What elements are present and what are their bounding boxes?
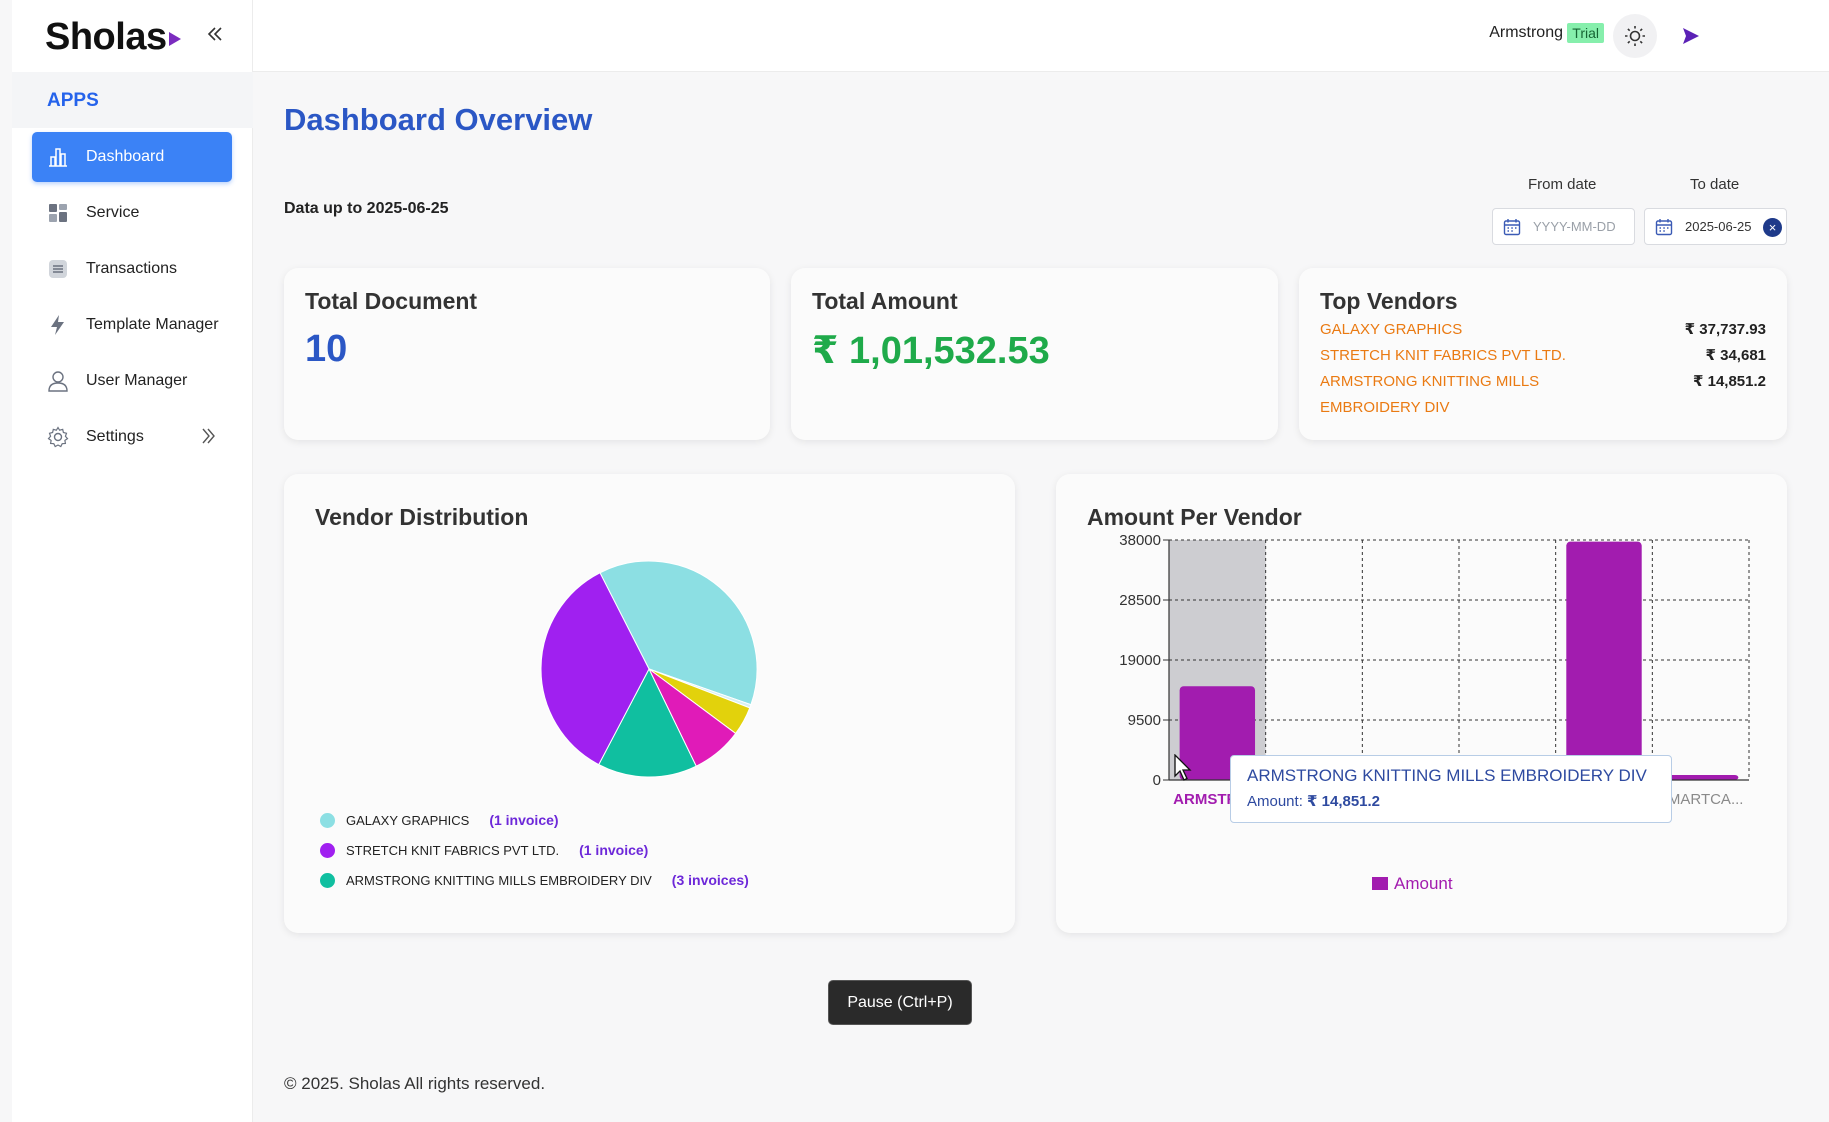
sidebar-item-user-manager[interactable]: User Manager [32, 356, 232, 406]
total-document-card: Total Document 10 [284, 268, 770, 440]
mouse-cursor-icon [1174, 754, 1192, 781]
pie-legend-item[interactable]: GALAXY GRAPHICS (1 invoice) [320, 812, 559, 828]
y-tick-label: 28500 [1119, 592, 1161, 609]
pie-legend-item[interactable]: ARMSTRONG KNITTING MILLS EMBROIDERY DIV … [320, 872, 749, 888]
vendor-amount: ₹ 34,681 [1705, 347, 1766, 364]
sidebar-item-settings[interactable]: Settings [32, 412, 232, 462]
pie-legend-item[interactable]: STRETCH KNIT FABRICS PVT LTD. (1 invoice… [320, 842, 648, 858]
legend-label[interactable]: Amount [1394, 874, 1453, 893]
logo-arrow-icon [168, 31, 181, 46]
vendor-name: GALAXY GRAPHICS [1320, 321, 1463, 338]
sidebar-item-label: User Manager [86, 372, 188, 389]
y-tick-label: 38000 [1119, 532, 1161, 549]
sidebar-item-service[interactable]: Service [32, 188, 232, 238]
sidebar-item-label: Dashboard [86, 148, 165, 165]
tooltip-label: Amount: [1247, 793, 1308, 810]
tooltip-value: ₹ 14,851.2 [1307, 793, 1381, 810]
user-name[interactable]: Armstrong [1489, 24, 1563, 42]
page-title: Dashboard Overview [284, 102, 593, 137]
sidebar-item-label: Service [86, 204, 140, 221]
legend-count: (1 invoice) [489, 812, 559, 828]
legend-name: ARMSTRONG KNITTING MILLS EMBROIDERY DIV [346, 872, 652, 888]
legend-dot [320, 812, 335, 828]
from-date-placeholder: YYYY-MM-DD [1533, 219, 1616, 234]
card-title: Top Vendors [1320, 288, 1458, 314]
sidebar-item-label: Settings [86, 428, 144, 445]
vendor-pie-chart [540, 560, 758, 778]
from-date-label: From date [1528, 176, 1597, 193]
sidebar-item-transactions[interactable]: Transactions [32, 244, 232, 294]
double-chevron-right-icon[interactable] [200, 427, 216, 451]
tooltip-amount: Amount: ₹ 14,851.2 [1247, 792, 1655, 810]
send-button[interactable] [1677, 22, 1705, 50]
legend-name: GALAXY GRAPHICS [346, 812, 470, 828]
footer-copyright: © 2025. Sholas All rights reserved. [284, 1074, 546, 1093]
vendor-distribution-card: Vendor Distribution GALAXY GRAPHICS (1 i… [284, 474, 1015, 933]
logo-text: Sholas [45, 16, 167, 58]
logo-row: Sholas [12, 0, 252, 72]
sidebar-item-template-manager[interactable]: Template Manager [32, 300, 232, 350]
list-icon [46, 257, 70, 281]
vendor-name: ARMSTRONG KNITTING MILLS EMBROIDERY DIV [1320, 373, 1540, 416]
to-date-value: 2025-06-25 [1685, 219, 1752, 234]
bolt-icon [46, 313, 70, 337]
y-tick-label: 0 [1153, 772, 1161, 789]
theme-toggle-button[interactable] [1613, 14, 1657, 58]
vendor-amount: ₹ 37,737.93 [1684, 321, 1766, 338]
bar[interactable] [1566, 541, 1642, 780]
legend-name: STRETCH KNIT FABRICS PVT LTD. [346, 842, 560, 858]
bar-chart-icon [46, 145, 70, 169]
grid-icon [46, 201, 70, 225]
user-icon [46, 369, 70, 393]
sun-icon [1625, 26, 1645, 46]
calendar-icon [1503, 218, 1521, 236]
calendar-icon [1655, 218, 1673, 236]
vendor-name: STRETCH KNIT FABRICS PVT LTD. [1320, 347, 1566, 364]
y-tick-label: 9500 [1128, 712, 1161, 729]
trial-badge: Trial [1567, 23, 1604, 43]
bar[interactable] [1662, 774, 1739, 780]
sidebar-item-dashboard[interactable]: Dashboard [32, 132, 232, 182]
legend-dot [320, 872, 335, 888]
total-amount-card: Total Amount ₹ 1,01,532.53 [791, 268, 1278, 440]
gear-icon [46, 425, 70, 449]
to-date-label: To date [1690, 176, 1740, 193]
to-date-input[interactable]: 2025-06-25 × [1644, 208, 1787, 245]
play-arrow-icon [1683, 28, 1699, 44]
sidebar-item-label: Template Manager [86, 316, 219, 333]
top-vendors-card: Top Vendors GALAXY GRAPHICS ₹ 37,737.93 … [1299, 268, 1787, 440]
top-header: Armstrong Trial [253, 0, 1829, 72]
apps-section-label: APPS [47, 90, 99, 111]
data-upto-label: Data up to 2025-06-25 [284, 200, 449, 217]
collapse-sidebar-button[interactable] [202, 22, 228, 48]
from-date-input[interactable]: YYYY-MM-DD [1492, 208, 1635, 245]
card-title: Total Amount [812, 288, 958, 314]
vendor-amount: ₹ 14,851.2 [1693, 373, 1766, 390]
card-title: Total Document [305, 288, 478, 314]
y-tick-label: 19000 [1119, 652, 1161, 669]
legend-swatch [1372, 877, 1388, 890]
legend-count: (1 invoice) [579, 842, 649, 858]
double-chevron-left-icon [207, 27, 222, 41]
bar-tooltip: ARMSTRONG KNITTING MILLS EMBROIDERY DIV … [1230, 755, 1672, 823]
sidebar-item-label: Transactions [86, 260, 177, 277]
sidebar-nav: Dashboard Service Transactions Template … [32, 132, 232, 468]
amount-per-vendor-card: Amount Per Vendor 0 9500 19000 28500 38000 AR… [1056, 474, 1787, 933]
legend-count: (3 invoices) [671, 872, 749, 888]
sidebar: Sholas APPS Dashboard Service Transactio… [12, 0, 253, 1122]
clear-date-button[interactable]: × [1763, 218, 1782, 237]
pause-tooltip: Pause (Ctrl+P) [828, 980, 972, 1025]
legend-dot [320, 842, 335, 858]
amount-bar-chart: 09500190002850038000ARMSTRO...SIVASAK...… [1119, 532, 1750, 893]
tooltip-title: ARMSTRONG KNITTING MILLS EMBROIDERY DIV [1247, 766, 1647, 785]
total-document-value: 10 [305, 328, 348, 370]
total-amount-value: ₹ 1,01,532.53 [812, 330, 1050, 372]
logo[interactable]: Sholas [45, 16, 181, 59]
